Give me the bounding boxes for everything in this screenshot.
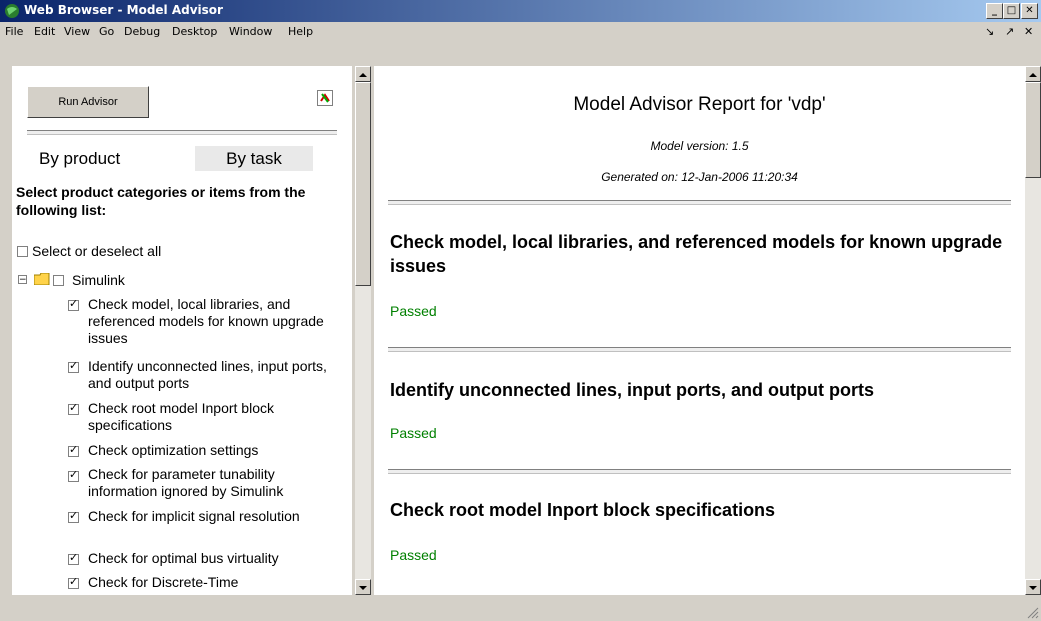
scroll-up-arrow-icon[interactable] bbox=[355, 66, 371, 82]
right-scrollbar[interactable] bbox=[1025, 66, 1041, 595]
maximize-button[interactable]: □ bbox=[1003, 3, 1020, 19]
scroll-up-arrow-icon[interactable] bbox=[1025, 66, 1041, 82]
model-version: Model version: 1.5 bbox=[650, 139, 749, 153]
resize-grip-icon[interactable] bbox=[1027, 607, 1039, 619]
list-item: Identify unconnected lines, input ports,… bbox=[88, 358, 327, 391]
status-text: Passed bbox=[390, 425, 437, 441]
list-item: Check root model Inport block specificat… bbox=[88, 400, 274, 433]
menu-window[interactable]: Window bbox=[229, 25, 272, 38]
section-heading: Check root model Inport block specificat… bbox=[390, 500, 776, 520]
list-item: Check optimization settings bbox=[88, 442, 259, 458]
section-heading: Check model, local libraries, and refere… bbox=[390, 232, 1003, 276]
list-item: Check for implicit signal resolution bbox=[88, 508, 300, 524]
simulink-checkbox[interactable] bbox=[53, 275, 64, 286]
item-checkbox[interactable] bbox=[68, 443, 79, 457]
item-checkbox[interactable] bbox=[68, 468, 79, 482]
item-checkbox[interactable] bbox=[68, 551, 79, 565]
title-bar: Web Browser - Model Advisor _ □ ✕ bbox=[0, 0, 1041, 22]
tab-by-product[interactable]: By product bbox=[39, 149, 120, 169]
folder-icon bbox=[34, 273, 50, 285]
item-checkbox[interactable] bbox=[68, 401, 79, 415]
run-advisor-button[interactable]: Run Advisor bbox=[27, 86, 149, 118]
status-text: Passed bbox=[390, 547, 437, 563]
menu-file[interactable]: File bbox=[5, 25, 23, 38]
item-checkbox[interactable] bbox=[68, 297, 79, 311]
menu-help[interactable]: Help bbox=[288, 25, 313, 38]
list-item: Check for parameter tunability informati… bbox=[88, 466, 284, 499]
list-item: Check model, local libraries, and refere… bbox=[88, 296, 324, 346]
left-scrollbar[interactable] bbox=[355, 66, 371, 595]
divider bbox=[388, 469, 1011, 474]
browser-globe-icon bbox=[5, 4, 19, 18]
menu-desktop[interactable]: Desktop bbox=[172, 25, 217, 38]
close-button[interactable]: ✕ bbox=[1021, 3, 1038, 19]
undock-icon[interactable]: ↘ bbox=[985, 25, 994, 38]
divider bbox=[27, 130, 337, 135]
scroll-thumb[interactable] bbox=[355, 82, 371, 286]
window-title: Web Browser - Model Advisor bbox=[24, 3, 223, 17]
report-pane: Model Advisor Report for 'vdp' Model ver… bbox=[374, 66, 1025, 595]
select-all-label: Select or deselect all bbox=[32, 243, 162, 259]
menu-bar: File Edit View Go Debug Desktop Window H… bbox=[0, 22, 1041, 42]
refresh-icon[interactable] bbox=[317, 90, 333, 106]
group-label: Simulink bbox=[72, 272, 125, 288]
collapse-icon[interactable]: − bbox=[18, 275, 27, 285]
status-text: Passed bbox=[390, 303, 437, 319]
generated-on: Generated on: 12-Jan-2006 11:20:34 bbox=[601, 170, 798, 184]
list-item: Check for Discrete-Time bbox=[88, 574, 239, 590]
menu-edit[interactable]: Edit bbox=[34, 25, 55, 38]
divider bbox=[388, 347, 1011, 352]
item-checkbox[interactable] bbox=[68, 359, 79, 373]
status-bar bbox=[0, 602, 1041, 621]
menu-debug[interactable]: Debug bbox=[124, 25, 160, 38]
section-heading: Identify unconnected lines, input ports,… bbox=[390, 380, 874, 400]
close-panel-icon[interactable]: ✕ bbox=[1024, 25, 1033, 38]
scroll-down-arrow-icon[interactable] bbox=[1025, 579, 1041, 595]
divider bbox=[388, 200, 1011, 205]
scroll-down-arrow-icon[interactable] bbox=[355, 579, 371, 595]
item-checkbox[interactable] bbox=[68, 575, 79, 589]
task-panel: Run Advisor By product By task Select pr… bbox=[12, 66, 352, 595]
dock-icon[interactable]: ↗ bbox=[1005, 25, 1014, 38]
tab-by-task[interactable]: By task bbox=[195, 146, 313, 171]
minimize-button[interactable]: _ bbox=[986, 3, 1003, 19]
scroll-thumb[interactable] bbox=[1025, 82, 1041, 178]
menu-go[interactable]: Go bbox=[99, 25, 114, 38]
instructions-text: Select product categories or items from … bbox=[16, 184, 306, 218]
item-checkbox[interactable] bbox=[68, 509, 79, 523]
report-title: Model Advisor Report for 'vdp' bbox=[573, 94, 826, 115]
select-all-checkbox[interactable] bbox=[17, 246, 28, 257]
menu-view[interactable]: View bbox=[64, 25, 90, 38]
list-item: Check for optimal bus virtuality bbox=[88, 550, 279, 566]
